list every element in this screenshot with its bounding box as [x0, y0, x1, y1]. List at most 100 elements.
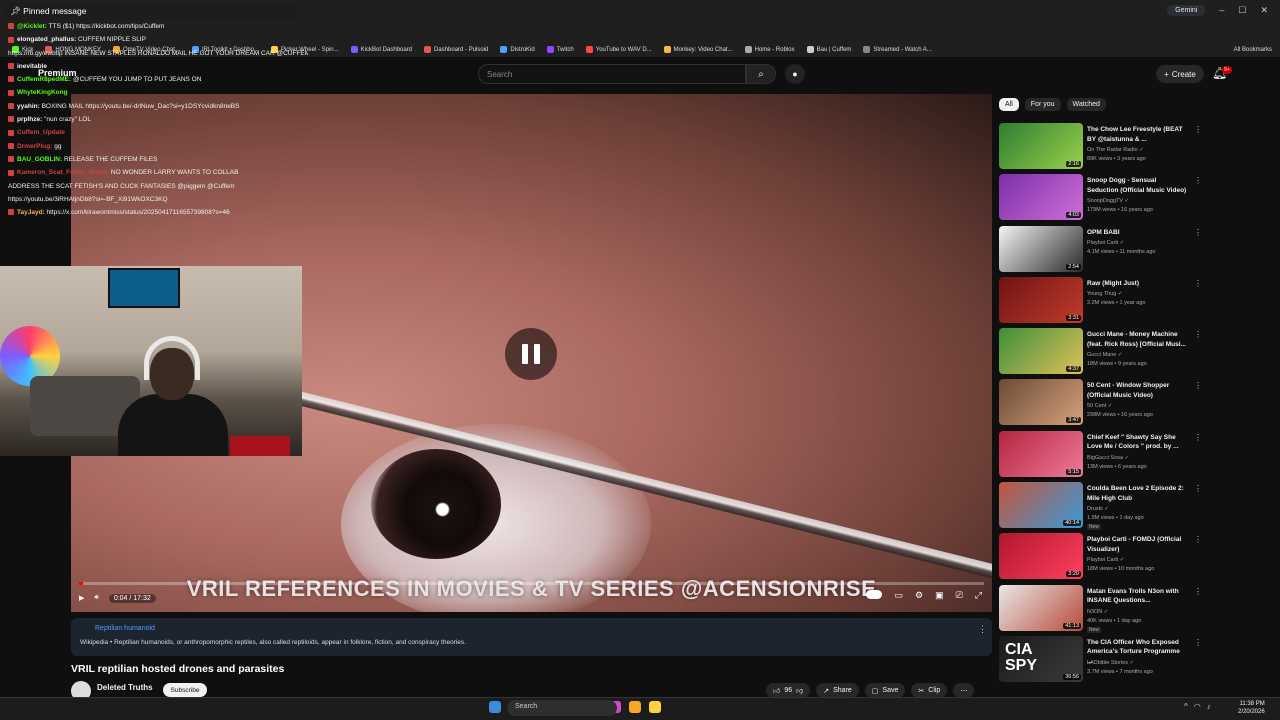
more-options-icon[interactable]: ⋮ — [1194, 381, 1202, 390]
recommendation-channel[interactable]: SnoopDoggTV ✓ — [1087, 198, 1129, 204]
recommendation-title[interactable]: Gucci Mane - Money Machine (feat. Rick R… — [1087, 330, 1187, 349]
autoplay-toggle[interactable] — [866, 590, 883, 599]
recommendation-title[interactable]: Matan Evans Trolls N3on with INSANE Ques… — [1087, 587, 1187, 606]
more-options-icon[interactable]: ⋮ — [1194, 228, 1202, 237]
close-icon[interactable]: ✕ — [1260, 5, 1268, 16]
video-thumbnail[interactable]: 3:31 — [999, 276, 1083, 323]
chat-username[interactable]: prplhze: — [17, 116, 44, 123]
more-options-icon[interactable]: ⋮ — [1194, 638, 1202, 647]
bookmark-item[interactable]: Bau | Cuffem — [806, 46, 851, 53]
all-bookmarks-button[interactable]: All Bookmarks — [1234, 47, 1272, 53]
fullscreen-icon[interactable]: ⤢ — [975, 590, 982, 601]
voice-search-button[interactable]: ● — [785, 64, 805, 84]
wikipedia-link[interactable]: Reptilian humanoid — [95, 625, 155, 632]
info-more-icon[interactable]: ⋮ — [978, 624, 987, 635]
chat-username[interactable]: inevitable — [17, 63, 47, 70]
bookmark-item[interactable]: KickBot Dashboard — [350, 46, 412, 53]
more-options-icon[interactable]: ⋮ — [1194, 125, 1202, 134]
save-button[interactable]: ▢ Save — [864, 683, 906, 698]
wifi-icon[interactable]: ◠ — [1194, 702, 1201, 711]
chat-username[interactable]: WhyteKingKong — [17, 89, 68, 96]
create-button[interactable]: + Create — [1156, 65, 1204, 83]
bookmark-item[interactable]: Streamed - Watch A... — [863, 46, 932, 53]
more-options-icon[interactable]: ⋮ — [1194, 176, 1202, 185]
subscribe-button[interactable]: Subscribe — [163, 683, 207, 697]
chat-username[interactable]: Kameron_Scat_Fetish_Amos: — [17, 169, 111, 176]
recommendation-channel[interactable]: BigGucci Sosa ✓ — [1087, 455, 1129, 461]
recommendation-title[interactable]: Chief Keef " Shawty Say She Love Me / Co… — [1087, 433, 1187, 452]
recommendation-item[interactable]: CIA SPY 36:56 The CIA Officer Who Exposed … — [999, 635, 1269, 687]
recommendation-title[interactable]: Coulda Been Love 2 Episode 2: Mile High … — [1087, 484, 1187, 503]
speaker-icon[interactable]: ♪ — [1207, 702, 1211, 711]
recommendation-title[interactable]: 50 Cent - Window Shopper (Official Music… — [1087, 381, 1187, 400]
video-thumbnail[interactable]: 2:16 — [999, 123, 1083, 169]
captions-icon[interactable]: ▭ — [894, 590, 903, 601]
recommendation-title[interactable]: OPM BABI — [1087, 228, 1187, 238]
like-button[interactable]: 👍︎ 96 👎︎ — [766, 683, 811, 698]
taskbar-search[interactable]: Search — [507, 700, 617, 716]
recommendation-title[interactable]: Raw (Might Just) — [1087, 279, 1187, 289]
bookmark-item[interactable]: Twitch — [546, 46, 574, 53]
cast-icon[interactable]: ⎚ — [956, 590, 963, 601]
more-options-icon[interactable]: ⋮ — [1194, 535, 1202, 544]
chevron-up-icon[interactable]: ^ — [1184, 702, 1188, 711]
recommendation-item[interactable]: 3:20 Playboi Carti - FOMDJ (Official Visu… — [999, 533, 1269, 584]
bookmark-item[interactable]: Dashboard - Pulsoid — [424, 46, 488, 53]
recommendation-item[interactable]: 3:31 Raw (Might Just) Young Thug ✓ 2.2M vie… — [999, 276, 1269, 328]
taskbar-app-icon[interactable] — [649, 701, 661, 713]
recommendation-item[interactable]: 4:37 Gucci Mane - Money Machine (feat. Ri… — [999, 328, 1269, 379]
more-options-icon[interactable]: ⋮ — [1194, 587, 1202, 596]
recommendation-item[interactable]: 2:54 OPM BABI Playboi Carti ✓ 4.1M views • … — [999, 225, 1269, 277]
taskbar-app-icon[interactable] — [629, 701, 641, 713]
recommendation-channel[interactable]: Gucci Mane ✓ — [1087, 352, 1122, 358]
recommendation-channel[interactable]: 50 Cent ✓ — [1087, 403, 1112, 409]
more-actions-icon[interactable]: ⋯ — [953, 683, 975, 698]
video-thumbnail[interactable]: 3:47 — [999, 379, 1083, 426]
video-thumbnail[interactable]: 3:20 — [999, 533, 1083, 580]
maximize-icon[interactable]: ☐ — [1238, 5, 1246, 16]
recommendation-item[interactable]: 41:13 Matan Evans Trolls N3on with INSANE… — [999, 584, 1269, 636]
recommendation-item[interactable]: 2:16 The Chow Lee Freestyle (BEAT BY @tai… — [999, 123, 1269, 174]
video-thumbnail[interactable]: CIA SPY 36:56 — [999, 635, 1083, 682]
pause-button[interactable] — [505, 328, 557, 380]
more-options-icon[interactable]: ⋮ — [1194, 279, 1202, 288]
recommendation-channel[interactable]: Playboi Carti ✓ — [1087, 557, 1124, 563]
gemini-button[interactable]: Gemini — [1167, 4, 1206, 16]
chip-for-you[interactable]: For you — [1024, 98, 1061, 111]
recommendation-title[interactable]: The Chow Lee Freestyle (BEAT BY @taistun… — [1087, 125, 1187, 144]
windows-start-icon[interactable] — [489, 701, 501, 713]
video-thumbnail[interactable]: 5:15 — [999, 430, 1083, 477]
progress-bar[interactable] — [79, 582, 984, 585]
chip-all[interactable]: All — [999, 98, 1019, 111]
minimize-icon[interactable]: – — [1219, 5, 1224, 15]
more-options-icon[interactable]: ⋮ — [1194, 330, 1202, 339]
clip-button[interactable]: ✂ Clip — [911, 683, 948, 698]
recommendation-item[interactable]: 5:15 Chief Keef " Shawty Say She Love Me … — [999, 430, 1269, 482]
recommendation-channel[interactable]: On The Radar Radio ✓ — [1087, 147, 1144, 153]
chat-username[interactable]: yyahin: — [17, 103, 42, 110]
chat-username[interactable]: DrmerPlug: — [17, 143, 54, 150]
search-input[interactable]: Search — [478, 64, 746, 84]
bookmark-item[interactable]: Home - Roblox — [744, 46, 795, 53]
miniplayer-icon[interactable]: ▣ — [935, 590, 944, 601]
chat-username[interactable]: elongated_phallus: — [17, 36, 78, 43]
video-thumbnail[interactable]: 4:03 — [999, 174, 1083, 221]
more-options-icon[interactable]: ⋮ — [1194, 433, 1202, 442]
channel-name[interactable]: Deleted Truths — [97, 683, 153, 692]
video-thumbnail[interactable]: 40:14 — [999, 482, 1083, 529]
recommendation-channel[interactable]: Young Thug ✓ — [1087, 291, 1123, 297]
recommendation-channel[interactable]: N3ON ✓ — [1087, 609, 1108, 615]
chat-username[interactable]: Cuffem_Update — [17, 129, 65, 136]
video-thumbnail[interactable]: 41:13 — [999, 584, 1083, 631]
taskbar-clock[interactable]: 11:38 PM 2/20/2026 — [1238, 700, 1265, 716]
recommendation-title[interactable]: Snoop Dogg - Sensual Seduction (Official… — [1087, 176, 1187, 195]
recommendation-item[interactable]: 3:47 50 Cent - Window Shopper (Official M… — [999, 379, 1269, 430]
chat-username[interactable]: TayJayd: — [17, 209, 47, 216]
recommendation-channel[interactable]: Playboi Carti ✓ — [1087, 240, 1124, 246]
bookmark-item[interactable]: DistroKid — [500, 46, 535, 53]
chat-username[interactable]: BAU_GOBLIN: — [17, 156, 64, 163]
bookmark-item[interactable]: YouTube to WAV D... — [585, 46, 652, 53]
settings-gear-icon[interactable]: ⚙ — [915, 590, 923, 601]
chat-username[interactable]: CuffemR8pedME: — [17, 76, 73, 83]
share-button[interactable]: ↗ Share — [816, 683, 859, 698]
